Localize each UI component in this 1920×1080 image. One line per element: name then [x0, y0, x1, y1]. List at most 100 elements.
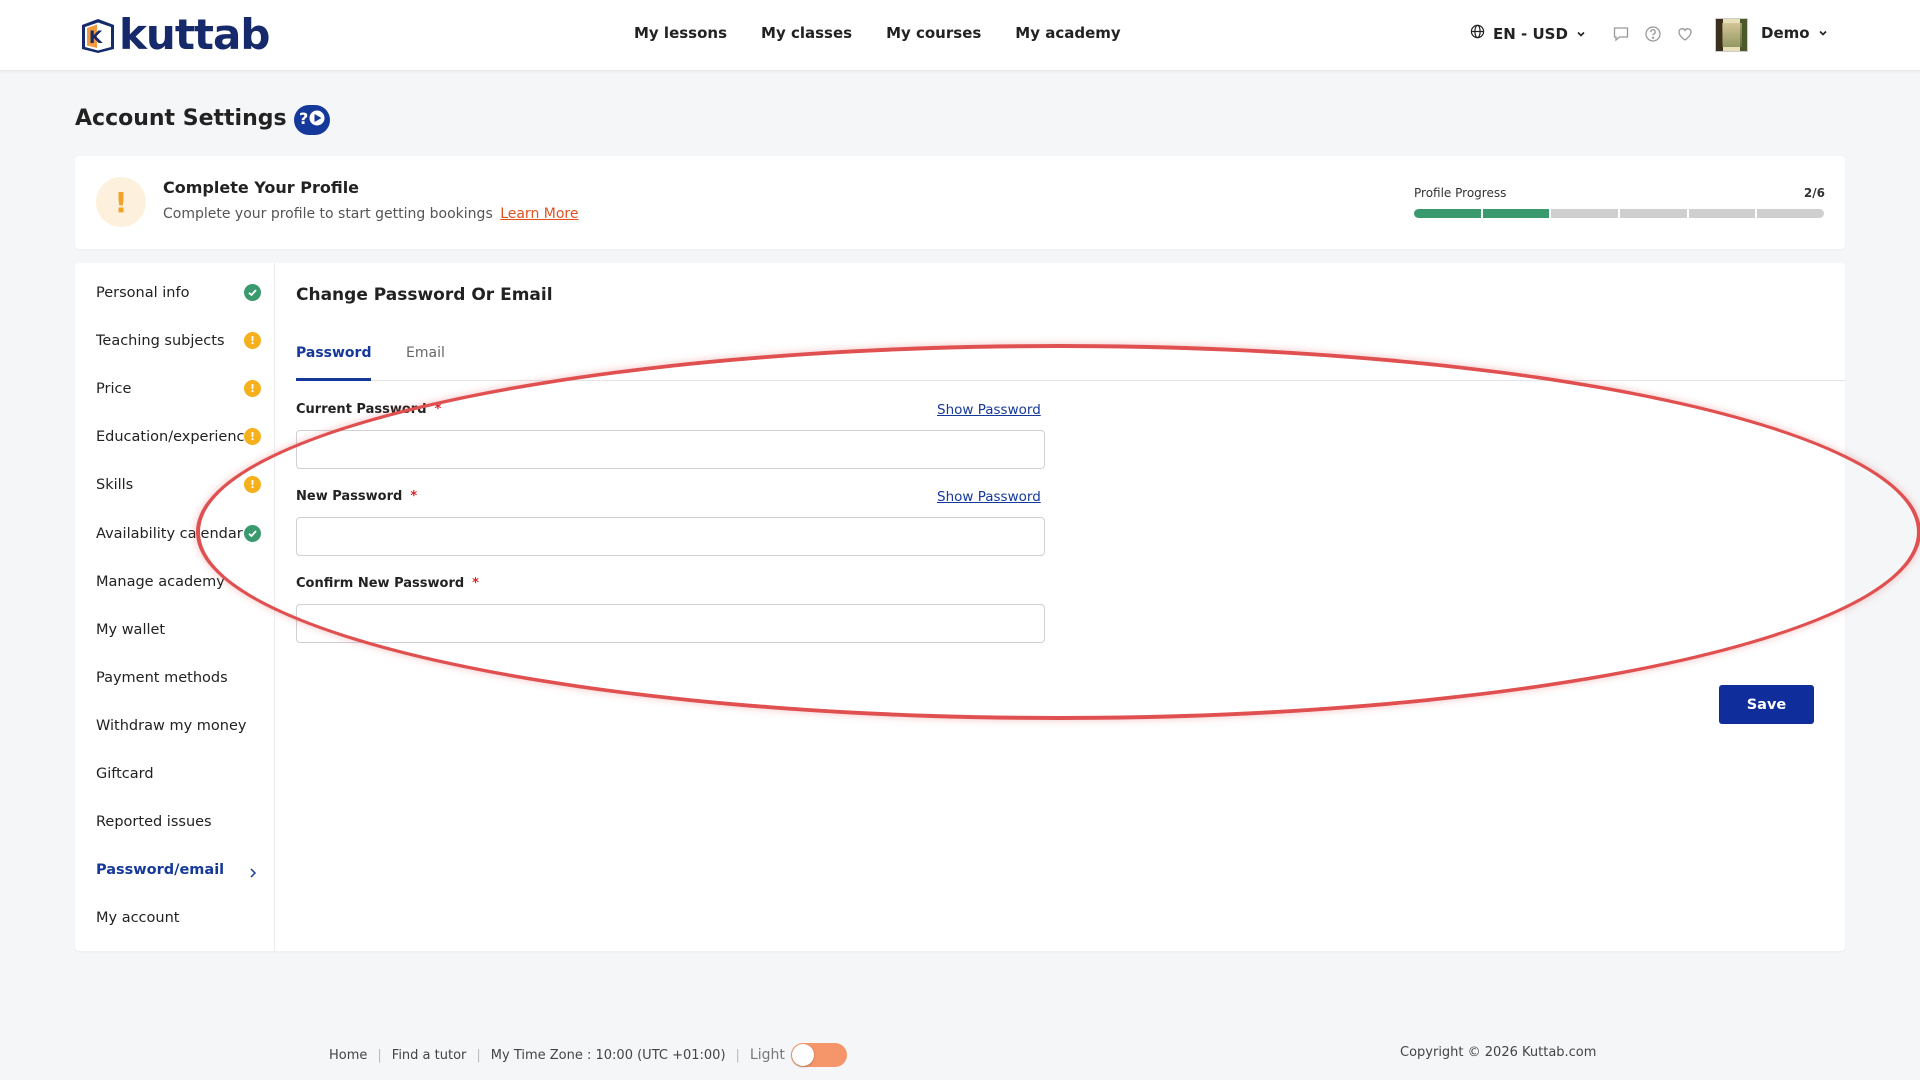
save-button[interactable]: Save — [1719, 685, 1814, 724]
confirm-password-input[interactable] — [296, 604, 1045, 643]
exclamation-icon: ! — [244, 476, 261, 493]
theme-label: Light — [749, 1047, 785, 1063]
sidebar-item-label: My account — [96, 910, 180, 926]
sidebar-item-manage-academy[interactable]: Manage academy — [96, 571, 266, 593]
help-play-button[interactable]: ? — [294, 105, 330, 135]
sidebar-item-education-experience[interactable]: Education/experience — [96, 426, 266, 448]
current-password-label-text: Current Password — [296, 402, 427, 417]
check-icon — [244, 284, 261, 301]
learn-more-link[interactable]: Learn More — [500, 206, 578, 222]
sidebar-item-label: Skills — [96, 477, 134, 493]
language-currency-label: EN - USD — [1493, 24, 1568, 43]
profile-card-subtitle: Complete your profile to start getting b… — [163, 206, 578, 222]
sidebar-item-password-email[interactable]: Password/email — [96, 859, 266, 881]
settings-panel: Personal info Teaching subjects! Price! Edu… — [75, 263, 1845, 951]
new-password-label: New Password * — [296, 489, 417, 504]
settings-sidebar: Personal info Teaching subjects! Price! Edu… — [75, 263, 275, 951]
page-title: Account Settings — [75, 106, 287, 131]
profile-progress-label: Profile Progress — [1414, 186, 1507, 200]
sidebar-item-skills[interactable]: Skills — [96, 474, 266, 496]
chevron-right-icon — [247, 864, 259, 878]
sidebar-item-label: Withdraw my money — [96, 718, 247, 734]
kuttab-logo[interactable]: K kuttab — [78, 13, 270, 57]
progress-segment — [1551, 209, 1619, 218]
footer-timezone: My Time Zone : 10:00 (UTC +01:00) — [490, 1047, 726, 1063]
footer-separator: | — [377, 1047, 382, 1063]
footer: Home | Find a tutor | My Time Zone : 10:… — [329, 1043, 847, 1067]
header-icons — [1612, 25, 1694, 43]
sidebar-item-withdraw-my-money[interactable]: Withdraw my money — [96, 715, 266, 737]
sidebar-item-label: Payment methods — [96, 670, 228, 686]
complete-profile-card: ! Complete Your Profile Complete your pr… — [75, 156, 1845, 249]
sidebar-item-label: Reported issues — [96, 814, 212, 830]
language-currency-selector[interactable]: EN - USD — [1470, 24, 1586, 43]
sidebar-item-label: Password/email — [96, 862, 225, 878]
confirm-password-label: Confirm New Password * — [296, 576, 479, 591]
chevron-down-icon — [1818, 24, 1828, 42]
sidebar-item-label: Teaching subjects — [96, 333, 225, 349]
nav-my-lessons[interactable]: My lessons — [634, 24, 727, 42]
exclamation-icon: ! — [244, 428, 261, 445]
exclamation-icon: ! — [96, 177, 146, 227]
required-marker: * — [472, 576, 479, 591]
new-password-label-text: New Password — [296, 489, 403, 504]
help-play-icon: ? — [297, 107, 327, 133]
nav-my-academy[interactable]: My academy — [1015, 24, 1120, 42]
sidebar-item-label: Personal info — [96, 285, 190, 301]
profile-progress-count: 2/6 — [1803, 186, 1825, 200]
sidebar-item-my-account[interactable]: My account — [96, 907, 266, 929]
tab-email[interactable]: Email — [406, 343, 456, 381]
progress-segment — [1482, 209, 1550, 218]
progress-segment — [1414, 209, 1481, 218]
show-new-password-link[interactable]: Show Password — [937, 489, 1041, 505]
show-current-password-link[interactable]: Show Password — [937, 402, 1041, 418]
tab-password[interactable]: Password — [296, 343, 371, 381]
required-marker: * — [434, 402, 442, 417]
sidebar-item-payment-methods[interactable]: Payment methods — [96, 667, 266, 689]
exclamation-icon: ! — [244, 332, 261, 349]
sidebar-item-label: My wallet — [96, 622, 166, 638]
chat-icon[interactable] — [1612, 25, 1630, 43]
globe-icon — [1470, 24, 1485, 43]
nav-my-courses[interactable]: My courses — [886, 24, 981, 42]
sidebar-item-price[interactable]: Price — [96, 378, 266, 400]
sidebar-item-teaching-subjects[interactable]: Teaching subjects — [96, 330, 266, 352]
exclamation-icon: ! — [244, 380, 261, 397]
nav-my-classes[interactable]: My classes — [761, 24, 852, 42]
footer-link-home[interactable]: Home — [329, 1048, 367, 1063]
theme-toggle[interactable] — [790, 1043, 847, 1067]
user-avatar[interactable] — [1715, 18, 1748, 52]
sidebar-item-label: Giftcard — [96, 766, 154, 782]
profile-card-title: Complete Your Profile — [163, 178, 360, 197]
current-password-input[interactable] — [296, 430, 1045, 469]
new-password-input[interactable] — [296, 517, 1045, 556]
sidebar-item-label: Price — [96, 381, 132, 397]
top-navbar: K kuttab My lessons My classes My course… — [0, 0, 1920, 71]
main-nav: My lessons My classes My courses My acad… — [634, 24, 1121, 42]
footer-separator: | — [735, 1047, 740, 1063]
chevron-down-icon — [1576, 25, 1586, 43]
check-icon — [244, 525, 261, 542]
logo-book-icon: K — [78, 15, 118, 55]
progress-segment — [1757, 209, 1824, 218]
help-icon[interactable] — [1644, 25, 1662, 43]
current-password-label: Current Password * — [296, 402, 441, 417]
profile-card-subtitle-text: Complete your profile to start getting b… — [163, 206, 493, 222]
sidebar-item-reported-issues[interactable]: Reported issues — [96, 811, 266, 833]
progress-segment — [1688, 209, 1756, 218]
sidebar-item-my-wallet[interactable]: My wallet — [96, 619, 266, 641]
section-title: Change Password Or Email — [296, 285, 553, 305]
sidebar-item-personal-info[interactable]: Personal info — [96, 282, 266, 304]
heart-icon[interactable] — [1676, 25, 1694, 43]
user-menu[interactable]: Demo — [1761, 24, 1828, 42]
sidebar-item-giftcard[interactable]: Giftcard — [96, 763, 266, 785]
user-name: Demo — [1761, 24, 1810, 42]
sidebar-item-label: Availability calendar — [96, 526, 243, 542]
sidebar-item-availability-calendar[interactable]: Availability calendar — [96, 523, 266, 545]
sidebar-item-label: Education/experience — [96, 429, 254, 445]
footer-link-find-tutor[interactable]: Find a tutor — [392, 1048, 467, 1063]
confirm-password-label-text: Confirm New Password — [296, 576, 465, 591]
required-marker: * — [410, 489, 418, 504]
svg-text:?: ? — [299, 109, 308, 128]
profile-progress-bar — [1414, 209, 1824, 218]
